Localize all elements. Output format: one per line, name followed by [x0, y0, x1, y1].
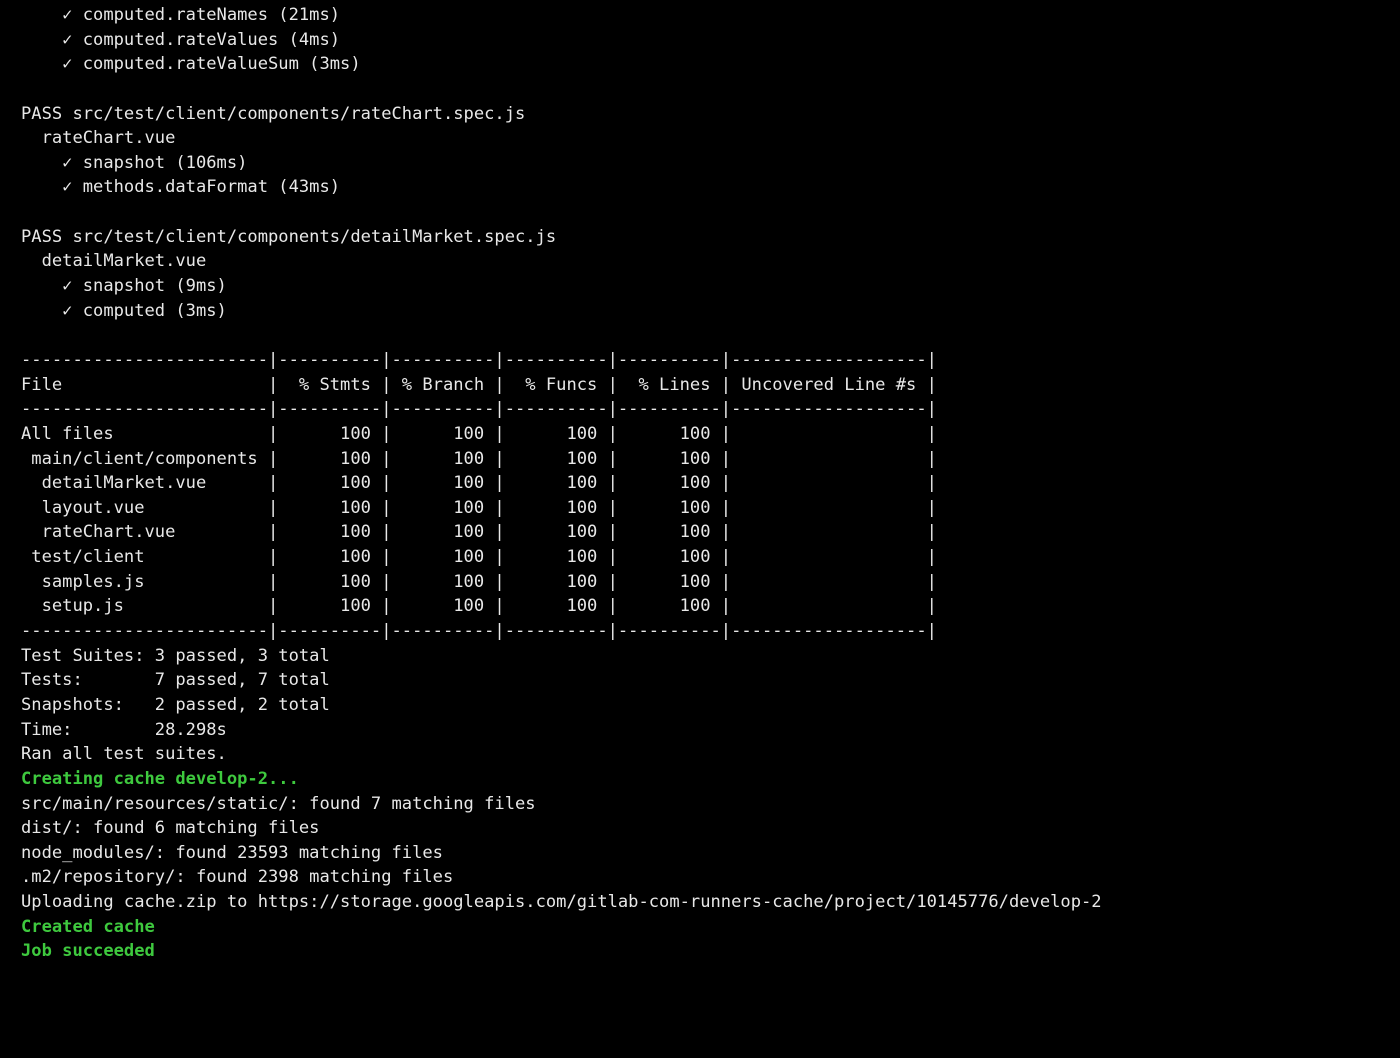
- coverage-table-row: main/client/components | 100 | 100 | 100…: [21, 448, 937, 469]
- cache-match-line: dist/: found 6 matching files: [21, 818, 320, 839]
- test-result-line: ✓ snapshot (106ms): [21, 152, 248, 173]
- terminal-output: ✓ computed.rateNames (21ms) ✓ computed.r…: [21, 3, 1391, 964]
- test-result-line: ✓ snapshot (9ms): [21, 276, 227, 297]
- coverage-table-border: ------------------------|----------|----…: [21, 349, 937, 370]
- cache-match-line: node_modules/: found 23593 matching file…: [21, 842, 443, 863]
- cache-created-line: Created cache: [21, 916, 155, 937]
- coverage-table-row: rateChart.vue | 100 | 100 | 100 | 100 | …: [21, 522, 937, 543]
- coverage-table-row: layout.vue | 100 | 100 | 100 | 100 | |: [21, 497, 937, 518]
- suite-pass-line: PASS src/test/client/components/detailMa…: [21, 226, 557, 247]
- describe-line: rateChart.vue: [21, 128, 176, 149]
- summary-test-suites: Test Suites: 3 passed, 3 total: [21, 645, 330, 666]
- summary-time: Time: 28.298s: [21, 719, 227, 740]
- coverage-table-border: ------------------------|----------|----…: [21, 399, 937, 420]
- test-result-line: ✓ computed (3ms): [21, 300, 227, 321]
- describe-line: detailMarket.vue: [21, 251, 207, 272]
- summary-tests: Tests: 7 passed, 7 total: [21, 670, 330, 691]
- coverage-table-row: test/client | 100 | 100 | 100 | 100 | |: [21, 547, 937, 568]
- cache-upload-line: Uploading cache.zip to https://storage.g…: [21, 892, 1102, 913]
- coverage-table-row: All files | 100 | 100 | 100 | 100 | |: [21, 423, 937, 444]
- cache-match-line: src/main/resources/static/: found 7 matc…: [21, 793, 536, 814]
- coverage-table-row: detailMarket.vue | 100 | 100 | 100 | 100…: [21, 473, 937, 494]
- job-succeeded-line: Job succeeded: [21, 941, 155, 962]
- summary-snapshots: Snapshots: 2 passed, 2 total: [21, 694, 330, 715]
- test-result-line: ✓ computed.rateValueSum (3ms): [21, 54, 361, 75]
- coverage-table-header: File | % Stmts | % Branch | % Funcs | % …: [21, 374, 937, 395]
- suite-pass-line: PASS src/test/client/components/rateChar…: [21, 103, 526, 124]
- cache-match-line: .m2/repository/: found 2398 matching fil…: [21, 867, 454, 888]
- cache-creating-line: Creating cache develop-2...: [21, 768, 299, 789]
- coverage-table-row: samples.js | 100 | 100 | 100 | 100 | |: [21, 571, 937, 592]
- coverage-table-border: ------------------------|----------|----…: [21, 621, 937, 642]
- coverage-table-row: setup.js | 100 | 100 | 100 | 100 | |: [21, 596, 937, 617]
- test-result-line: ✓ methods.dataFormat (43ms): [21, 177, 341, 198]
- test-result-line: ✓ computed.rateNames (21ms): [21, 5, 341, 25]
- summary-ran-all: Ran all test suites.: [21, 744, 227, 765]
- test-result-line: ✓ computed.rateValues (4ms): [21, 29, 341, 50]
